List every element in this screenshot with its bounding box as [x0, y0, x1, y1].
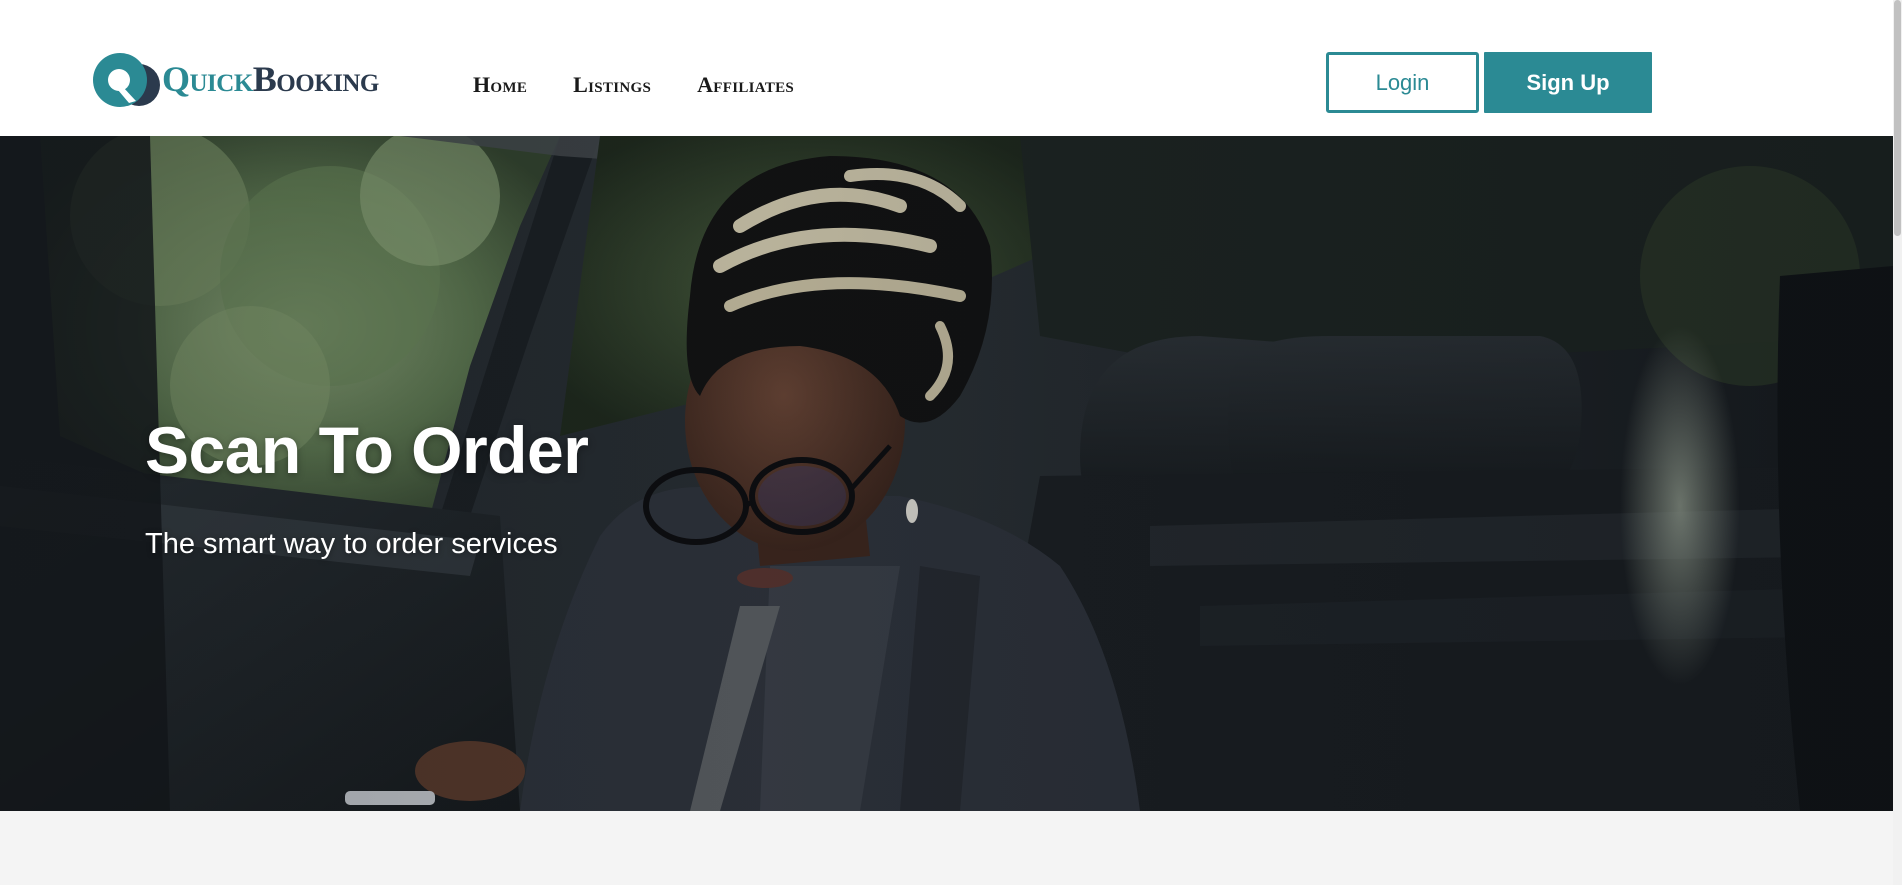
site-header: QuickBooking Home Listings Affiliates Lo… — [0, 0, 1893, 136]
brand-name-part1: Quick — [162, 59, 253, 99]
content-section — [0, 811, 1893, 885]
brand-name-part2: Booking — [252, 59, 380, 99]
nav-item-listings[interactable]: Listings — [573, 72, 651, 98]
login-button[interactable]: Login — [1326, 52, 1479, 113]
main-nav: Home Listings Affiliates — [473, 72, 794, 98]
hero-subtitle: The smart way to order services — [145, 528, 558, 560]
brand-logo[interactable]: QuickBooking — [92, 52, 382, 110]
page-scrollbar[interactable] — [1893, 0, 1902, 885]
page: QuickBooking Home Listings Affiliates Lo… — [0, 0, 1902, 885]
q-logo-icon — [92, 52, 162, 110]
scrollbar-thumb[interactable] — [1894, 0, 1901, 236]
nav-item-affiliates[interactable]: Affiliates — [697, 72, 794, 98]
signup-button[interactable]: Sign Up — [1484, 52, 1652, 113]
hero-title: Scan To Order — [145, 413, 589, 487]
nav-item-home[interactable]: Home — [473, 72, 527, 98]
hero-section: Scan To Order The smart way to order ser… — [0, 136, 1893, 811]
brand-name: QuickBooking — [162, 61, 379, 97]
